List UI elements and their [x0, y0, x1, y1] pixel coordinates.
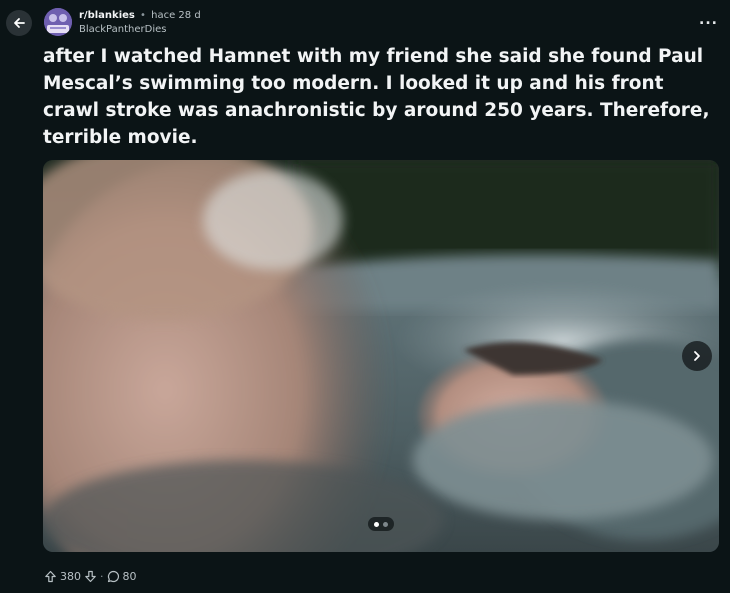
next-image-button[interactable] [682, 341, 712, 371]
comments-button[interactable] [107, 570, 120, 583]
gallery-dot-2[interactable] [383, 521, 388, 527]
vote-score: 380 [60, 569, 81, 583]
post-media-gallery[interactable] [43, 160, 719, 552]
subreddit-avatar[interactable] [44, 8, 72, 36]
actions-separator: · [100, 569, 104, 583]
post-title: after I watched Hamnet with my friend sh… [43, 46, 710, 148]
back-button[interactable] [6, 10, 32, 36]
post-time: hace 28 d [151, 10, 201, 21]
subreddit-link[interactable]: r/blankies [79, 10, 135, 21]
author-link[interactable]: BlackPantherDies [79, 23, 201, 37]
chevron-right-icon [694, 351, 700, 361]
arrow-left-icon [14, 18, 25, 28]
meta-row: r/blankies • hace 28 d [79, 9, 201, 23]
upvote-button[interactable] [44, 570, 57, 583]
post-page: r/blankies • hace 28 d BlackPantherDies … [0, 0, 730, 593]
comment-count[interactable]: 80 [123, 570, 137, 583]
arrow-down-icon [85, 570, 96, 582]
gallery-dot-1[interactable] [374, 521, 379, 527]
arrow-up-icon [45, 570, 56, 582]
post-actions: 380 · 80 [44, 566, 140, 586]
gallery-pagination [368, 517, 394, 531]
downvote-button[interactable] [84, 570, 97, 583]
meta-separator: • [140, 10, 146, 21]
comment-bubble-icon [107, 570, 119, 582]
post-image [43, 160, 719, 552]
more-options-button[interactable]: ... [699, 12, 718, 28]
post-meta: r/blankies • hace 28 d BlackPantherDies [79, 9, 201, 37]
